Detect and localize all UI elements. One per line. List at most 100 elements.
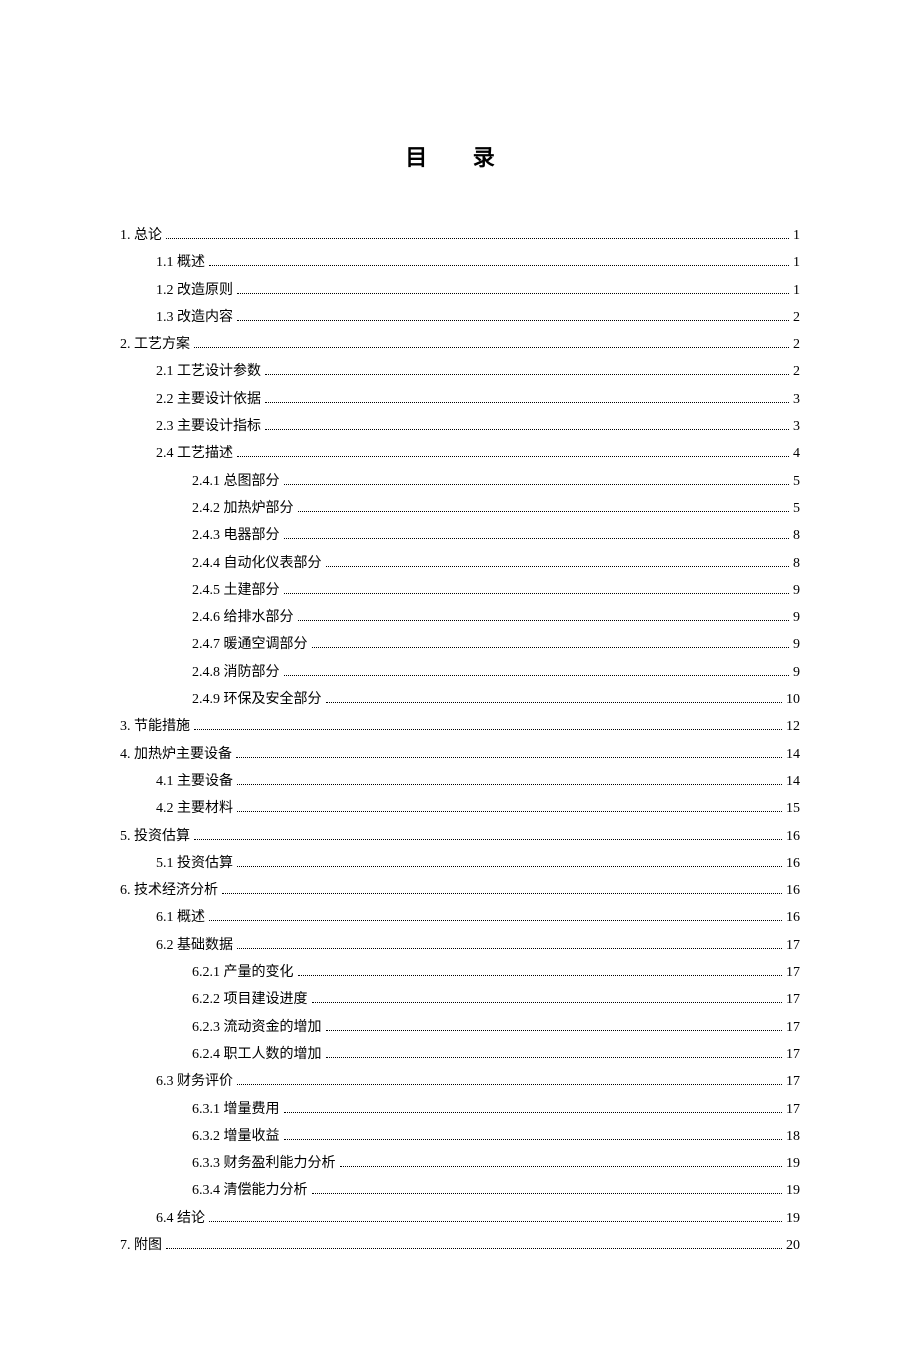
toc-entry: 4. 加热炉主要设备14	[120, 741, 800, 768]
toc-leader-dots	[284, 1112, 783, 1113]
toc-leader-dots	[237, 866, 782, 867]
toc-entry-label: 3. 节能措施	[120, 713, 190, 740]
toc-entry-page: 5	[793, 468, 800, 495]
toc-entry: 6.2 基础数据 17	[120, 932, 800, 959]
toc-entry-page: 16	[786, 904, 800, 931]
toc-entry-label: 4.1 主要设备	[156, 768, 233, 795]
toc-entry-page: 12	[786, 713, 800, 740]
toc-leader-dots	[326, 566, 790, 567]
toc-leader-dots	[209, 1221, 782, 1222]
toc-entry-label: 2.3 主要设计指标	[156, 413, 261, 440]
toc-leader-dots	[326, 702, 783, 703]
toc-entry-label: 6.3 财务评价	[156, 1068, 233, 1095]
toc-entry-label: 2.4 工艺描述	[156, 440, 233, 467]
toc-leader-dots	[237, 811, 782, 812]
toc-entry: 4.1 主要设备 14	[120, 768, 800, 795]
toc-entry-label: 5.1 投资估算	[156, 850, 233, 877]
toc-entry: 2.2 主要设计依据3	[120, 386, 800, 413]
toc-entry-label: 6.2.4 职工人数的增加	[192, 1041, 322, 1068]
toc-entry: 2.4.9 环保及安全部分10	[120, 686, 800, 713]
toc-entry-label: 1. 总论	[120, 222, 162, 249]
toc-entry-page: 1	[793, 249, 800, 276]
toc-entry-label: 2.4.5 土建部分	[192, 577, 280, 604]
toc-leader-dots	[265, 429, 789, 430]
toc-leader-dots	[237, 784, 782, 785]
toc-entry: 6.3.4 清偿能力分析19	[120, 1177, 800, 1204]
toc-leader-dots	[326, 1030, 783, 1031]
toc-entry-label: 2.1 工艺设计参数	[156, 358, 261, 385]
toc-leader-dots	[237, 320, 789, 321]
toc-entry-label: 2.4.9 环保及安全部分	[192, 686, 322, 713]
toc-entry: 6.2.1 产量的变化 17	[120, 959, 800, 986]
toc-entry-page: 14	[786, 741, 800, 768]
toc-entry: 2.4.8 消防部分9	[120, 659, 800, 686]
toc-entry: 2.4.3 电器部分 8	[120, 522, 800, 549]
toc-leader-dots	[312, 1002, 783, 1003]
toc-entry-label: 1.3 改造内容	[156, 304, 233, 331]
toc-entry-page: 17	[786, 1068, 800, 1095]
toc-entry-page: 20	[786, 1232, 800, 1259]
toc-entry: 1.1 概述1	[120, 249, 800, 276]
toc-entry-label: 6.2 基础数据	[156, 932, 233, 959]
toc-entry-page: 16	[786, 850, 800, 877]
toc-entry: 6.3.3 财务盈利能力分析19	[120, 1150, 800, 1177]
toc-entry-page: 8	[793, 550, 800, 577]
toc-entry: 2.4.1 总图部分5	[120, 468, 800, 495]
toc-entry-label: 2. 工艺方案	[120, 331, 190, 358]
toc-entry-label: 6.2.2 项目建设进度	[192, 986, 308, 1013]
toc-entry-page: 14	[786, 768, 800, 795]
toc-entry: 1. 总论1	[120, 222, 800, 249]
toc-entry-label: 2.4.6 给排水部分	[192, 604, 294, 631]
toc-leader-dots	[222, 893, 782, 894]
toc-entry-page: 17	[786, 932, 800, 959]
toc-entry-page: 5	[793, 495, 800, 522]
toc-entry-label: 6.1 概述	[156, 904, 205, 931]
toc-leader-dots	[194, 347, 789, 348]
toc-entry-page: 18	[786, 1123, 800, 1150]
toc-entry-page: 2	[793, 358, 800, 385]
toc-entry-page: 17	[786, 959, 800, 986]
toc-leader-dots	[209, 265, 789, 266]
toc-entry-label: 2.4.4 自动化仪表部分	[192, 550, 322, 577]
toc-leader-dots	[284, 484, 790, 485]
toc-entry-page: 2	[793, 304, 800, 331]
toc-entry: 6.3 财务评价 17	[120, 1068, 800, 1095]
toc-entry: 2.3 主要设计指标3	[120, 413, 800, 440]
toc-entry: 6.2.4 职工人数的增加17	[120, 1041, 800, 1068]
toc-leader-dots	[209, 920, 782, 921]
toc-entry-page: 8	[793, 522, 800, 549]
toc-leader-dots	[194, 729, 782, 730]
toc-leader-dots	[236, 757, 782, 758]
toc-entry-page: 19	[786, 1150, 800, 1177]
toc-entry: 6.1 概述 16	[120, 904, 800, 931]
toc-leader-dots	[312, 1193, 783, 1194]
toc-leader-dots	[237, 293, 789, 294]
toc-entry: 6.3.1 增量费用17	[120, 1096, 800, 1123]
toc-entry-page: 17	[786, 1014, 800, 1041]
toc-leader-dots	[284, 593, 790, 594]
toc-title: 目 录	[120, 140, 800, 172]
toc-entry-page: 9	[793, 577, 800, 604]
toc-entry-page: 15	[786, 795, 800, 822]
toc-entry: 2.4.7 暖通空调部分9	[120, 631, 800, 658]
toc-entry-page: 4	[793, 440, 800, 467]
toc-entry-page: 3	[793, 386, 800, 413]
toc-entry-label: 6.3.2 增量收益	[192, 1123, 280, 1150]
toc-entry-page: 17	[786, 1096, 800, 1123]
toc-leader-dots	[166, 1248, 782, 1249]
toc-leader-dots	[298, 620, 790, 621]
toc-entry: 2.1 工艺设计参数 2	[120, 358, 800, 385]
toc-entry-label: 2.4.3 电器部分	[192, 522, 280, 549]
toc-entry: 2. 工艺方案 2	[120, 331, 800, 358]
toc-entry-label: 6.2.1 产量的变化	[192, 959, 294, 986]
toc-leader-dots	[340, 1166, 783, 1167]
toc-entry-page: 16	[786, 877, 800, 904]
toc-leader-dots	[194, 839, 782, 840]
toc-entry-page: 16	[786, 823, 800, 850]
toc-entry: 4.2 主要材料15	[120, 795, 800, 822]
toc-entry: 6.2.2 项目建设进度17	[120, 986, 800, 1013]
toc-leader-dots	[284, 1139, 783, 1140]
toc-entry: 2.4.4 自动化仪表部分 8	[120, 550, 800, 577]
toc-leader-dots	[284, 538, 790, 539]
toc-entry-page: 2	[793, 331, 800, 358]
